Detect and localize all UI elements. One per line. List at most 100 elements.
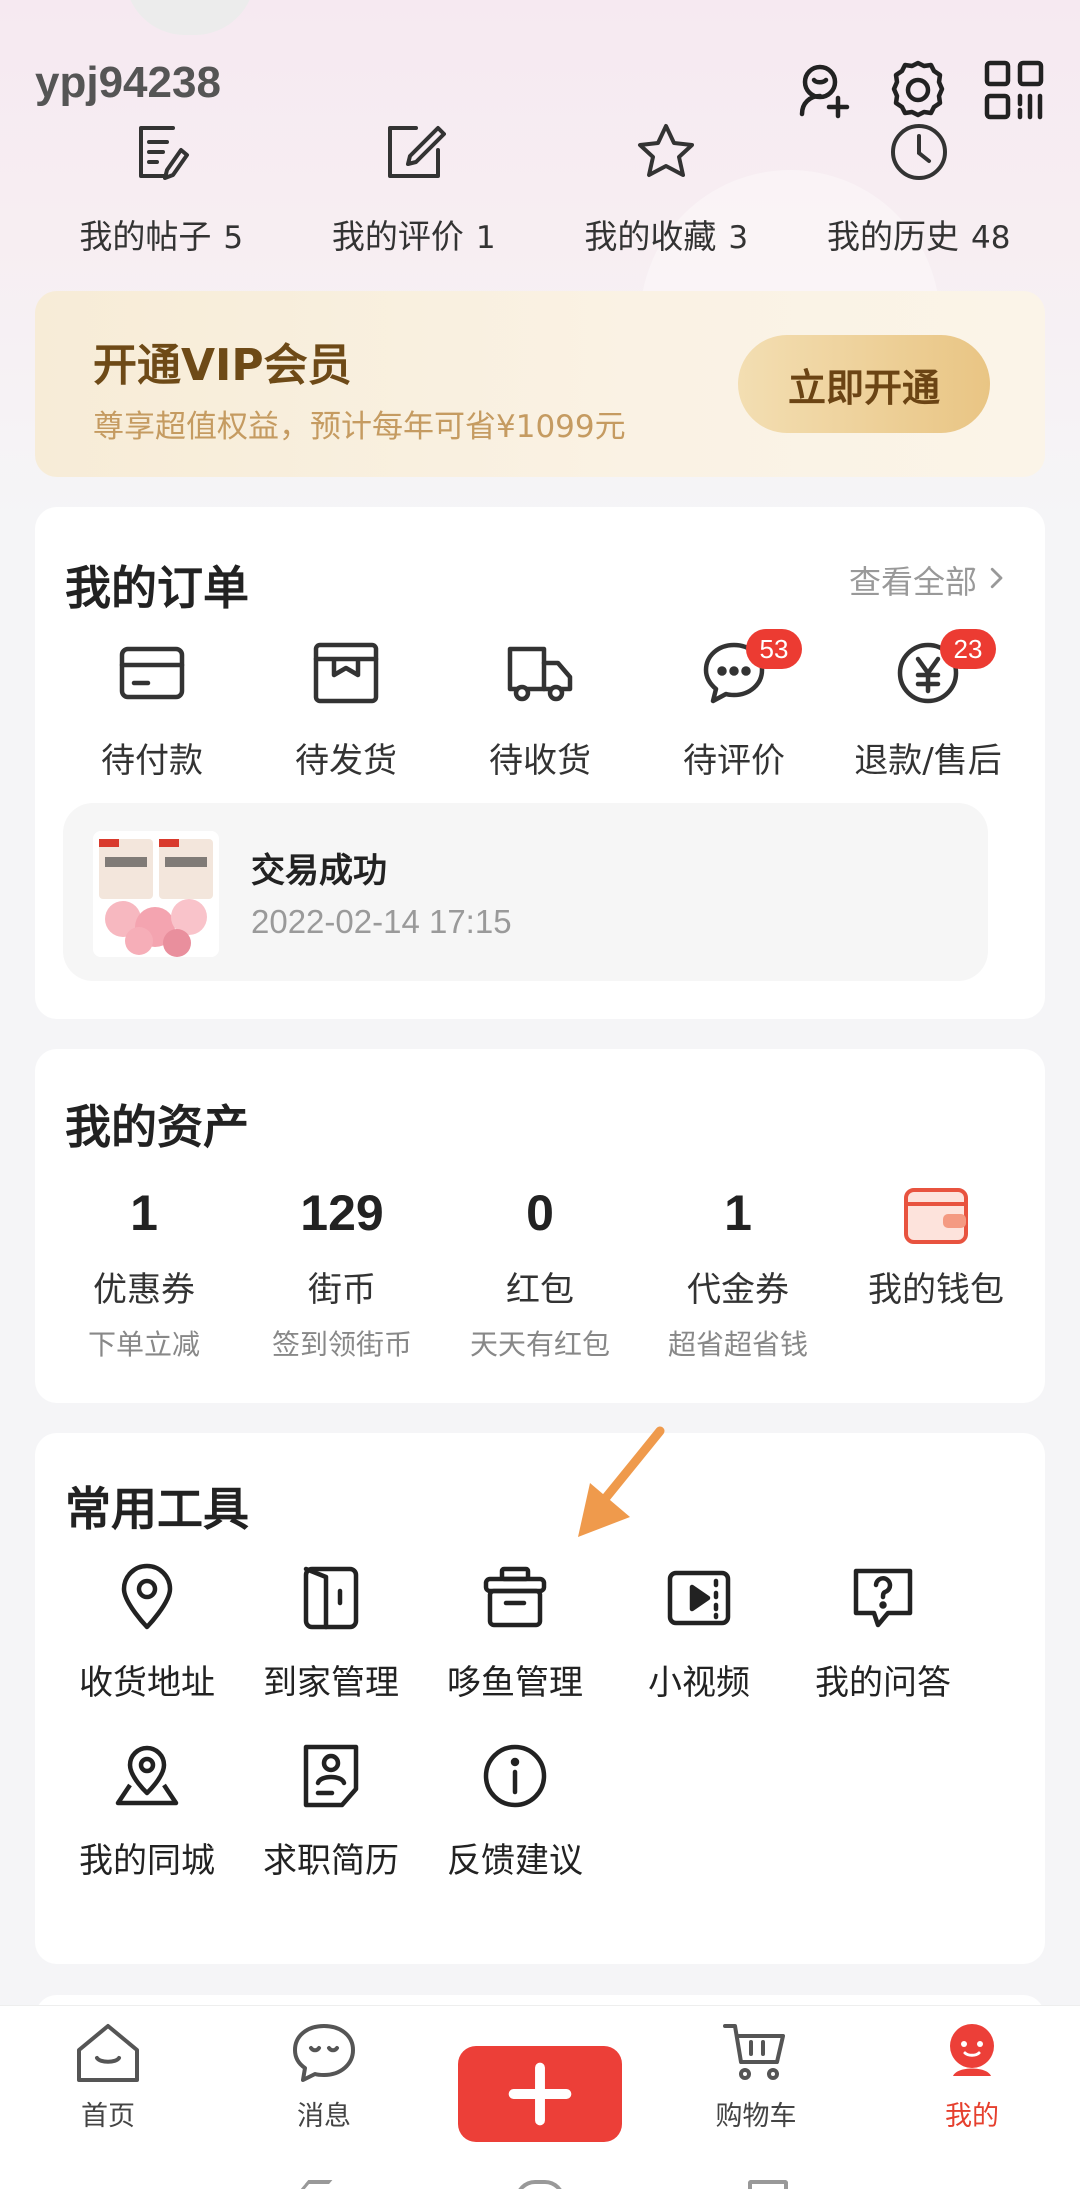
stat-label: 我的历史 [827,217,960,256]
stat-posts[interactable]: 我的帖子 5 [35,120,288,258]
video-icon [664,1563,734,1637]
asset-desc: 下单立减 [87,1328,200,1361]
product-thumbnail [93,831,219,957]
tool-address[interactable]: 收货地址 [55,1563,239,1741]
tool-label: 我的同城 [79,1841,215,1881]
tab-label: 首页 [81,2101,135,2132]
cart-icon [721,2020,791,2090]
review-count-badge: 53 [746,629,802,669]
asset-name: 红包 [506,1270,574,1310]
asset-name: 优惠券 [93,1270,195,1310]
order-pending-review[interactable]: 53 待评价 [637,629,831,782]
order-pending-receipt[interactable]: 待收货 [443,637,637,782]
tab-publish[interactable] [432,2006,648,2146]
tools-title: 常用工具 [65,1482,249,1536]
tool-home-service[interactable]: 到家管理 [239,1563,423,1741]
profile-mascot-icon [937,2020,1007,2090]
stat-label: 我的评价 [331,217,464,256]
resume-icon [296,1741,366,1815]
tool-resume[interactable]: 求职简历 [239,1741,423,1919]
tab-label: 购物车 [715,2101,797,2132]
asset-value: 0 [526,1185,554,1241]
tab-profile[interactable]: 我的 [864,2006,1080,2146]
posts-icon [129,120,193,188]
map-pin-icon [112,1741,182,1815]
assets-card: 我的资产 1 优惠券 下单立减 129 街币 签到领街币 0 红包 天天有红包 … [35,1049,1045,1403]
tool-feedback[interactable]: 反馈建议 [423,1741,607,1919]
latest-order[interactable]: 交易成功 2022-02-14 17:15 [63,803,988,981]
settings-icon[interactable] [886,58,950,122]
order-label: 待付款 [101,741,203,781]
tab-home[interactable]: 首页 [0,2006,216,2146]
tab-messages[interactable]: 消息 [216,2006,432,2146]
username: ypj94238 [35,58,221,107]
asset-desc: 签到领街币 [271,1328,412,1361]
truck-icon [504,637,576,713]
plus-icon [458,2046,622,2142]
tool-duoyu[interactable]: 哆鱼管理 [423,1563,607,1741]
orders-title: 我的订单 [65,561,249,615]
location-pin-icon [112,1563,182,1637]
stat-label: 我的收藏 [584,217,717,256]
stat-label: 我的帖子 [79,217,212,256]
order-label: 待收货 [489,741,591,781]
bottom-tab-bar: 首页 消息 购物车 我的 [0,2006,1080,2146]
vip-activate-button[interactable]: 立即开通 [738,335,990,433]
system-nav-bar [0,2146,1080,2189]
tool-qa[interactable]: 我的问答 [791,1563,975,1741]
tool-label: 到家管理 [263,1663,399,1703]
asset-value: 1 [724,1185,752,1241]
asset-desc: 超省超省钱 [667,1328,808,1361]
tool-grid: 收货地址 到家管理 哆鱼管理 小视频 我的问答 我的同城 求职简历 反馈建议 [55,1563,1015,1919]
asset-value: 129 [300,1185,384,1241]
tool-row: 收货地址 到家管理 哆鱼管理 小视频 我的问答 [55,1563,1015,1741]
stat-count: 1 [475,220,496,256]
tab-label: 消息 [297,2101,351,2132]
nav-recent-icon[interactable] [748,2180,788,2189]
package-icon [310,637,382,713]
asset-coupon[interactable]: 1 优惠券 下单立减 [45,1184,243,1363]
order-label: 退款/售后 [854,741,1002,781]
order-pending-shipment[interactable]: 待发货 [249,637,443,782]
stat-count: 3 [728,220,749,256]
chevron-right-icon [989,561,1005,599]
order-refund-aftersale[interactable]: 23 退款/售后 [831,629,1025,782]
vip-banner[interactable]: 开通VIP会员 尊享超值权益，预计每年可省¥1099元 立即开通 [35,291,1045,477]
review-edit-icon [382,120,446,188]
asset-name: 我的钱包 [868,1270,1004,1310]
tool-label: 小视频 [648,1663,750,1703]
add-friend-icon[interactable] [790,58,854,122]
asset-coins[interactable]: 129 街币 签到领街币 [243,1184,441,1363]
asset-voucher[interactable]: 1 代金券 超省超省钱 [639,1184,837,1363]
tab-label: 我的 [945,2101,999,2132]
stat-favorites[interactable]: 我的收藏 3 [540,120,793,258]
stat-count: 48 [971,220,1011,256]
tool-local-city[interactable]: 我的同城 [55,1741,239,1919]
qr-code-icon[interactable] [982,58,1046,122]
order-time: 2022-02-14 17:15 [251,903,512,940]
asset-red-packet[interactable]: 0 红包 天天有红包 [441,1184,639,1363]
header-actions [790,58,1046,122]
view-all-orders-link[interactable]: 查看全部 [849,557,1005,603]
profile-stats: 我的帖子 5 我的评价 1 我的收藏 3 我的历史 48 [35,120,1045,258]
asset-row: 1 优惠券 下单立减 129 街币 签到领街币 0 红包 天天有红包 1 代金券… [45,1184,1035,1363]
vip-subtitle: 尊享超值权益，预计每年可省¥1099元 [93,409,626,445]
clock-icon [887,120,951,188]
vip-title: 开通VIP会员 [93,340,352,391]
nav-back-icon[interactable] [291,2180,333,2189]
assets-title: 我的资产 [65,1100,249,1154]
home-icon [73,2020,143,2090]
order-pending-payment[interactable]: 待付款 [55,637,249,782]
tool-short-video[interactable]: 小视频 [607,1563,791,1741]
stat-reviews[interactable]: 我的评价 1 [288,120,541,258]
orders-card: 我的订单 查看全部 待付款 待发货 待收货 53 待评价 23 退款/售后 交易… [35,507,1045,1019]
info-icon [480,1741,550,1815]
order-status: 交易成功 [251,851,387,891]
tab-cart[interactable]: 购物车 [648,2006,864,2146]
star-icon [634,120,698,188]
tool-label: 反馈建议 [447,1841,583,1881]
nav-home-icon[interactable] [515,2180,565,2189]
asset-wallet[interactable]: 我的钱包 [837,1184,1035,1363]
stat-history[interactable]: 我的历史 48 [793,120,1046,258]
toolbox-icon [480,1563,550,1637]
